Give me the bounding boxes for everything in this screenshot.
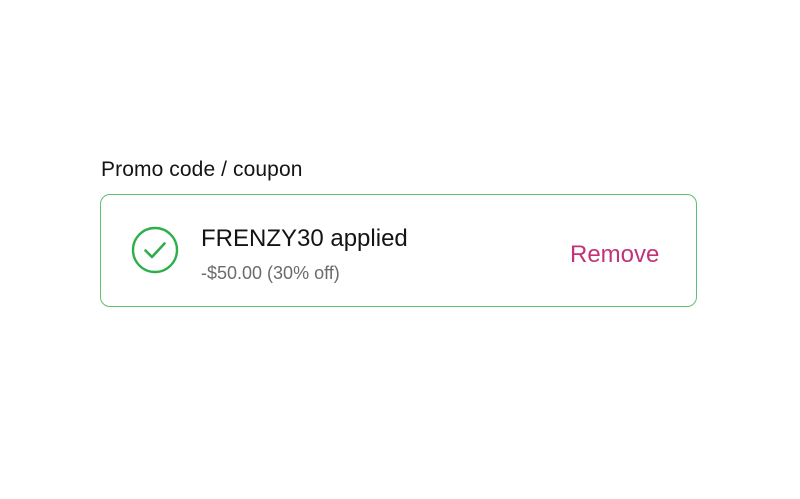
promo-code-label: Promo code / coupon [101,158,303,181]
check-circle-icon [131,226,179,274]
applied-code-title: FRENZY30 applied [201,225,408,252]
discount-amount: -$50.00 (30% off) [201,263,340,283]
remove-button[interactable]: Remove [570,241,659,269]
